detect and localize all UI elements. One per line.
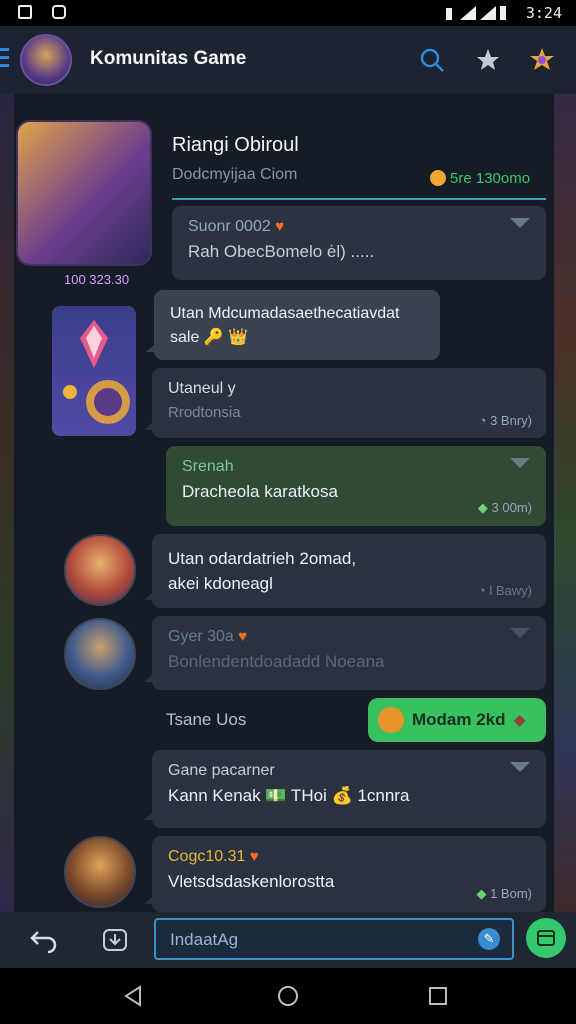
message-text: Dracheola karatkosa: [182, 482, 338, 501]
signal-icon: [446, 6, 506, 20]
message-text: Bonlendentdoadadd Noeana: [168, 652, 385, 671]
message-sender: Utaneul y: [168, 380, 236, 397]
bubble-tail: [146, 344, 155, 352]
message-time: 1 Bom): [490, 886, 532, 901]
menu-icon[interactable]: [0, 48, 9, 70]
chevron-down-icon[interactable]: [510, 762, 530, 772]
user-avatar[interactable]: [64, 618, 136, 690]
chevron-down-icon[interactable]: [510, 458, 530, 468]
message-bubble[interactable]: Gyer 30a ♥ Bonlendentdoadadd Noeana: [144, 616, 546, 690]
message-sender: Cogc10.31: [168, 848, 246, 865]
hero-image[interactable]: [16, 120, 152, 266]
group-name: Riangi Obiroul: [172, 134, 299, 156]
message-text: Utan odardatrieh 2omad, akei kdoneagl: [168, 549, 357, 593]
message-bubble[interactable]: Cogc10.31 ♥ Vletsdsdaskenlorostta ◆ 1 Bo…: [144, 836, 546, 912]
message-bubble[interactable]: Utan odardatrieh 2omad, akei kdoneagl ◔ …: [144, 534, 546, 608]
send-button[interactable]: [526, 918, 566, 958]
status-time: 3:24: [525, 4, 562, 22]
bubble-tail: [144, 422, 153, 430]
composer-bar: IndaatAg ✎: [0, 912, 576, 968]
home-circle-icon: [278, 986, 298, 1006]
face-icon: [378, 707, 404, 733]
quoted-text: Rah ObecBomelo ėl) .....: [188, 242, 375, 261]
clock-icon: ◔: [477, 583, 486, 598]
nav-back-button[interactable]: [120, 982, 148, 1010]
message-input-placeholder: IndaatAg: [170, 930, 239, 949]
message-sender: Srenah: [182, 458, 234, 475]
edit-icon[interactable]: ✎: [478, 928, 500, 950]
quoted-message[interactable]: Suonr 0002 ♥ Rah ObecBomelo ėl) .....: [172, 206, 546, 280]
message-time: l Bawy): [489, 583, 532, 598]
bubble-tail: [144, 896, 153, 904]
message-text: Utan Mdcumadasaethecatiavdat sale 🔑 👑: [170, 305, 400, 346]
app-bar: Komunitas Game: [0, 26, 576, 95]
attach-button[interactable]: [100, 924, 130, 959]
hero-caption: 100 323.30: [64, 272, 130, 287]
message-input[interactable]: IndaatAg ✎: [154, 918, 514, 960]
online-badge-label: 5re 130omo: [450, 170, 531, 187]
message-bubble[interactable]: Gane pacarner Kann Kenak 💵 THoi 💰 1cnnra: [144, 750, 546, 828]
chevron-down-icon[interactable]: [510, 218, 530, 228]
search-button[interactable]: [416, 44, 448, 76]
group-subtitle: Dodcmyijaa Ciom: [172, 166, 298, 183]
message-time: 3 Bnry): [490, 413, 532, 428]
message-sender: Gyer 30a: [168, 628, 234, 645]
reaction-chip-label: Modam 2kd: [412, 710, 506, 729]
heart-icon: ♥: [249, 848, 259, 865]
smile-icon: [430, 170, 446, 186]
heart-icon: ♥: [238, 628, 248, 645]
divider: [172, 198, 546, 200]
quoted-sender: Suonr 0002: [188, 218, 271, 235]
calendar-icon: [537, 930, 555, 946]
message-text: Kann Kenak 💵 THoi 💰 1cnnra: [168, 786, 410, 805]
community-avatar[interactable]: [20, 34, 72, 86]
message-bubble[interactable]: Srenah Dracheola karatkosa ◆ 3 00m): [166, 446, 546, 526]
background-art: [0, 94, 14, 914]
recents-square-icon: [429, 987, 447, 1005]
user-avatar[interactable]: [64, 534, 136, 606]
system-nav-bar: [0, 968, 576, 1024]
favorite-button[interactable]: [472, 44, 504, 76]
message-bubble[interactable]: Utan Mdcumadasaethecatiavdat sale 🔑 👑: [146, 290, 440, 360]
gallery-icon: [18, 5, 32, 19]
heart-icon: ♥: [275, 218, 285, 235]
search-icon: [420, 48, 444, 72]
status-bar: 3:24: [0, 0, 576, 26]
crystal-icon: [63, 320, 130, 424]
gem-icon: ◆: [513, 712, 526, 729]
message-time: 3 00m): [491, 500, 532, 515]
bubble-tail: [144, 592, 153, 600]
notification-icon: [52, 5, 66, 19]
back-triangle-icon: [124, 985, 141, 1007]
nav-recents-button[interactable]: [424, 982, 452, 1010]
back-button[interactable]: [30, 926, 58, 959]
reaction-chip[interactable]: Modam 2kd ◆: [368, 698, 546, 742]
money-icon: ◆: [476, 886, 487, 901]
message-bubble[interactable]: Utaneul y Rrodtonsia ◔ 3 Bnry): [144, 368, 546, 438]
message-text: Rrodtonsia: [168, 404, 241, 421]
online-badge: 5re 130omo: [430, 170, 530, 187]
page-title: Komunitas Game: [90, 48, 247, 69]
background-art: [554, 94, 576, 914]
star-icon: [477, 49, 499, 70]
shared-image-card[interactable]: [52, 306, 136, 436]
message-sender: Gane pacarner: [168, 762, 275, 779]
trophy-icon: [530, 48, 554, 70]
system-label: Tsane Uos: [166, 710, 247, 729]
user-avatar[interactable]: [64, 836, 136, 908]
download-box-icon: [103, 929, 127, 951]
clock-icon: ◔: [478, 413, 487, 428]
bubble-tail: [144, 812, 153, 820]
bubble-tail: [144, 674, 153, 682]
reward-button[interactable]: [526, 44, 558, 76]
money-icon: ◆: [477, 500, 488, 515]
nav-home-button[interactable]: [274, 982, 302, 1010]
undo-icon: [30, 931, 57, 954]
chat-area[interactable]: 100 323.30 Riangi Obiroul Dodcmyijaa Cio…: [14, 94, 554, 912]
chevron-down-icon[interactable]: [510, 628, 530, 638]
